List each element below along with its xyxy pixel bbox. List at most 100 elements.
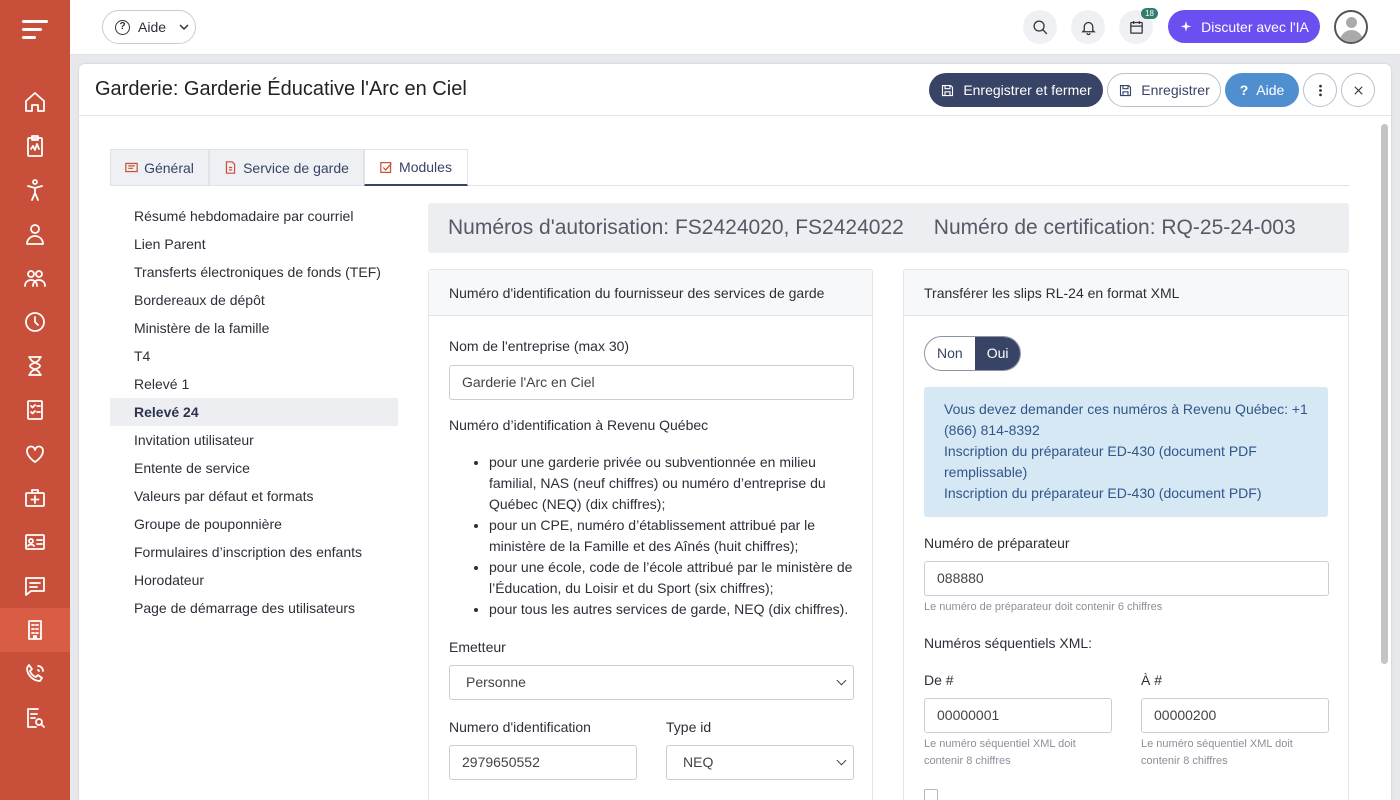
ai-chat-label: Discuter avec l'IA: [1201, 18, 1309, 35]
id-number-input[interactable]: 2979650552: [449, 745, 637, 780]
sidebar-item-defaults-formats[interactable]: Valeurs par défaut et formats: [110, 482, 398, 510]
partial-checkbox[interactable]: [924, 789, 938, 800]
to-number-input[interactable]: 00000200: [1141, 698, 1329, 733]
heart-icon[interactable]: [0, 432, 70, 476]
sidebar-item-releve-24[interactable]: Relevé 24: [110, 398, 398, 426]
ai-chat-button[interactable]: Discuter avec l'IA: [1168, 10, 1320, 43]
group-icon[interactable]: [0, 256, 70, 300]
certification-number: Numéro de certification: RQ-25-24-003: [933, 216, 1296, 239]
from-number-input[interactable]: 00000001: [924, 698, 1112, 733]
emitter-select[interactable]: Personne: [449, 665, 854, 700]
sidebar-item-deposit-slips[interactable]: Bordereaux de dépôt: [110, 286, 398, 314]
help-button[interactable]: ? Aide: [1225, 73, 1299, 107]
save-icon: [1120, 84, 1132, 96]
id-card-icon[interactable]: [0, 520, 70, 564]
toggle-no[interactable]: Non: [925, 337, 975, 370]
clipboard-chart-icon[interactable]: [0, 124, 70, 168]
xml-transfer-card: Transférer les slips RL-24 en format XML…: [903, 269, 1349, 800]
hourglass-icon[interactable]: [0, 344, 70, 388]
sidebar-item-time-clock[interactable]: Horodateur: [110, 566, 398, 594]
question-icon: ?: [115, 19, 130, 35]
list-item: pour une école, code de l’école attribué…: [489, 557, 854, 599]
kebab-icon: [1318, 84, 1322, 96]
file-icon: [225, 161, 236, 174]
sparkle-icon: [1180, 20, 1192, 32]
save-and-close-button[interactable]: Enregistrer et fermer: [929, 73, 1103, 107]
tab-general[interactable]: Général: [110, 149, 209, 186]
more-options-button[interactable]: [1303, 73, 1337, 107]
sidebar-item-parent-link[interactable]: Lien Parent: [110, 230, 398, 258]
sidebar-item-family-ministry[interactable]: Ministère de la famille: [110, 314, 398, 342]
close-button[interactable]: [1341, 73, 1375, 107]
help-dropdown[interactable]: ? Aide: [102, 10, 196, 44]
emitter-label: Emetteur: [449, 639, 506, 655]
checkbox-icon: [380, 161, 392, 173]
tab-bar: Général Service de garde Modules: [110, 149, 1349, 186]
staff-icon[interactable]: [0, 212, 70, 256]
preparer-number-label: Numéro de préparateur: [924, 535, 1070, 551]
xml-seq-label: Numéros séquentiels XML:: [924, 635, 1093, 651]
rq-id-instructions: pour une garderie privée ou subventionné…: [469, 452, 854, 620]
save-button[interactable]: Enregistrer: [1107, 73, 1221, 107]
sidebar-item-user-invitation[interactable]: Invitation utilisateur: [110, 426, 398, 454]
top-bar: ? Aide 18 Discuter avec l'IA: [70, 0, 1400, 55]
preparer-number-help: Le numéro de préparateur doit contenir 6…: [924, 601, 1163, 613]
alert-link-fillable[interactable]: Inscription du préparateur ED-430 (docum…: [944, 441, 1308, 483]
sidebar-item-nursery-group[interactable]: Groupe de pouponnière: [110, 510, 398, 538]
sidebar-item-service-agreement[interactable]: Entente de service: [110, 454, 398, 482]
tab-childcare-service-label: Service de garde: [243, 159, 349, 176]
child-icon[interactable]: [0, 168, 70, 212]
sidebar-item-releve-1[interactable]: Relevé 1: [110, 370, 398, 398]
from-number-help: Le numéro séquentiel XML doit contenir 8…: [924, 738, 1076, 767]
company-name-label: Nom de l'entreprise (max 30): [449, 338, 630, 354]
scrollbar[interactable]: [1381, 124, 1388, 664]
avatar[interactable]: [1334, 10, 1368, 44]
to-number-help: Le numéro séquentiel XML doit contenir 8…: [1141, 738, 1293, 767]
sidebar-item-weekly-email[interactable]: Résumé hebdomadaire par courriel: [110, 202, 398, 230]
panel-header: Garderie: Garderie Éducative l'Arc en Ci…: [79, 64, 1391, 116]
first-aid-icon[interactable]: [0, 476, 70, 520]
list-item: pour un CPE, numéro d’établissement attr…: [489, 515, 854, 557]
tab-modules[interactable]: Modules: [364, 149, 468, 186]
to-label: À #: [1141, 672, 1163, 688]
id-type-label: Type id: [666, 719, 712, 735]
question-icon: ?: [1239, 82, 1249, 98]
tab-general-label: Général: [144, 159, 194, 176]
company-name-input[interactable]: Garderie l'Arc en Ciel: [449, 365, 854, 400]
clock-icon[interactable]: [0, 300, 70, 344]
save-icon: [942, 84, 954, 96]
chevron-down-icon: [179, 24, 189, 31]
rq-id-label: Numéro d’identification à Revenu Québec: [449, 417, 709, 433]
authorization-numbers: Numéros d'autorisation: FS2424020, FS242…: [448, 216, 904, 239]
home-icon[interactable]: [0, 80, 70, 124]
save-and-close-label: Enregistrer et fermer: [963, 82, 1092, 98]
tab-childcare-service[interactable]: Service de garde: [209, 149, 364, 186]
provider-id-card: Numéro d'identification du fournisseur d…: [428, 269, 873, 800]
checklist-icon[interactable]: [0, 388, 70, 432]
sidebar-item-user-start-page[interactable]: Page de démarrage des utilisateurs: [110, 594, 398, 622]
notifications-button[interactable]: [1071, 10, 1105, 44]
sidebar-item-eft[interactable]: Transferts électroniques de fonds (TEF): [110, 258, 398, 286]
report-search-icon[interactable]: [0, 696, 70, 740]
close-icon: [1353, 85, 1363, 95]
search-button[interactable]: [1023, 10, 1057, 44]
building-icon[interactable]: [0, 608, 70, 652]
toggle-yes[interactable]: Oui: [974, 337, 1021, 370]
xml-transfer-card-title: Transférer les slips RL-24 en format XML: [904, 270, 1348, 316]
calendar-button[interactable]: 18: [1119, 8, 1158, 44]
sidebar-item-t4[interactable]: T4: [110, 342, 398, 370]
sidebar-item-registration-forms[interactable]: Formulaires d’inscription des enfants: [110, 538, 398, 566]
id-type-select[interactable]: NEQ: [666, 745, 854, 780]
main-panel: Garderie: Garderie Éducative l'Arc en Ci…: [79, 64, 1391, 800]
certification-banner: Numéros d'autorisation: FS2424020, FS242…: [428, 203, 1349, 253]
hamburger-menu-icon[interactable]: [22, 20, 48, 44]
id-number-label: Numero d'identification: [449, 719, 591, 735]
preparer-number-input[interactable]: 088880: [924, 561, 1329, 596]
message-icon[interactable]: [0, 564, 70, 608]
phone-icon[interactable]: [0, 652, 70, 696]
tab-modules-label: Modules: [399, 159, 452, 175]
help-label: Aide: [138, 19, 167, 35]
provider-id-card-title: Numéro d'identification du fournisseur d…: [429, 270, 872, 316]
alert-phone-text: Vous devez demander ces numéros à Revenu…: [944, 401, 1308, 438]
alert-link-pdf[interactable]: Inscription du préparateur ED-430 (docum…: [944, 483, 1308, 504]
